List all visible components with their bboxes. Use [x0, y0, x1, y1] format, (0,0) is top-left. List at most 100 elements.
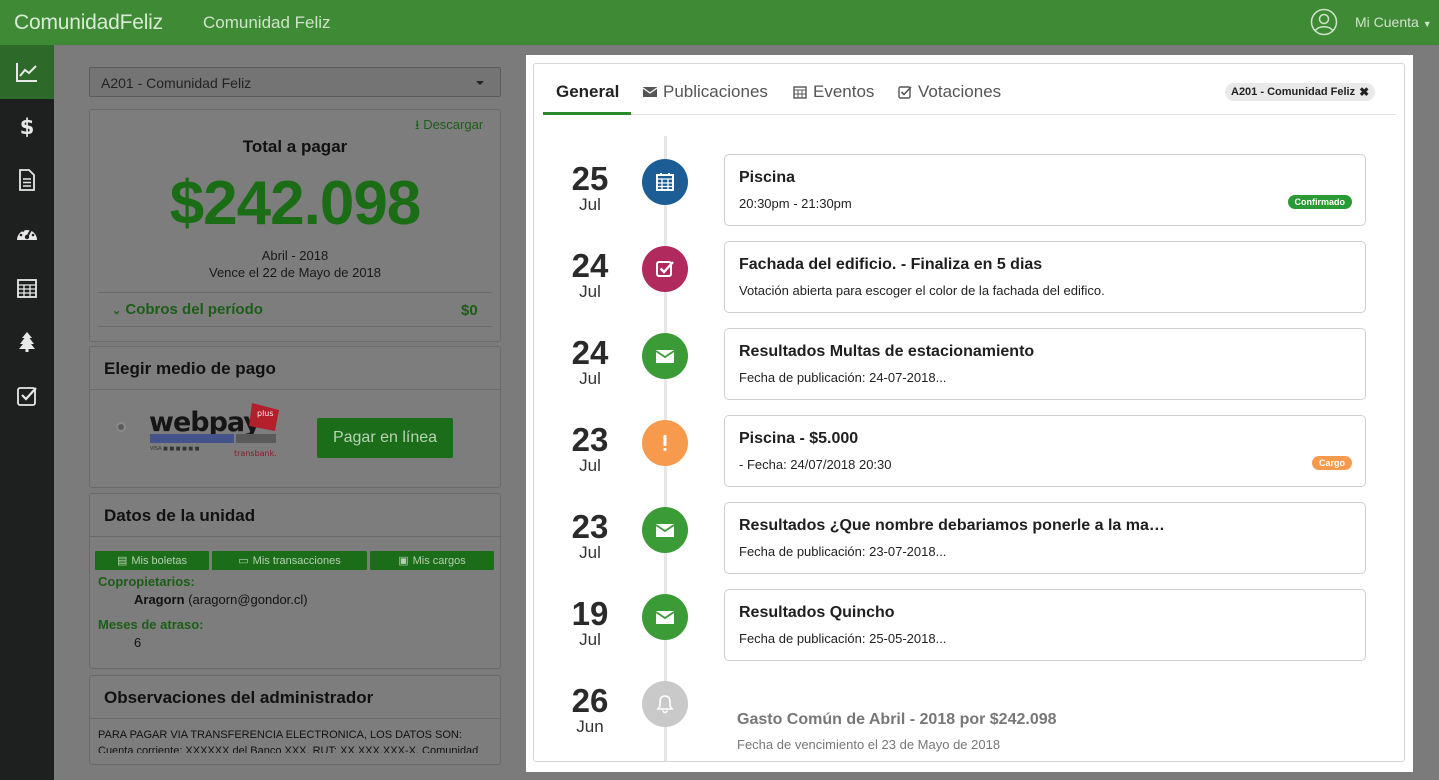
my-transactions-button[interactable]: ▭ Mis transacciones [212, 551, 367, 570]
tab-general[interactable]: General [556, 82, 619, 102]
timeline-card[interactable]: Piscina 20:30pm - 21:30pm Confirmado [724, 154, 1366, 226]
timeline-card[interactable]: Resultados Quincho Fecha de publicación: … [724, 589, 1366, 661]
dashboard-icon [17, 229, 37, 240]
timeline-subtitle: - Fecha: 24/07/2018 20:30 [739, 457, 892, 472]
money-icon: ▣ [398, 555, 409, 567]
sidebar-item-dashboard[interactable] [0, 45, 54, 99]
months-value: 6 [134, 635, 142, 650]
chart-line-icon [16, 63, 37, 82]
pay-online-button[interactable]: Pagar en línea [317, 418, 453, 458]
timeline-day: 23 [571, 421, 609, 458]
tab-eventos[interactable]: Eventos [793, 82, 874, 102]
timeline-title: Piscina [739, 169, 796, 186]
svg-text:transbank.: transbank. [234, 449, 277, 458]
timeline-day: 23 [571, 508, 609, 545]
check-square-icon [898, 86, 912, 99]
timeline-day: 19 [571, 595, 609, 632]
brand-logo[interactable]: ComunidadFeliz [14, 11, 163, 35]
timeline-title[interactable]: Gasto Común de Abril - 2018 por $242.098 [737, 711, 1057, 729]
total-amount: $242.098 [169, 169, 422, 238]
account-menu[interactable]: Mi Cuenta ▼ [1355, 14, 1432, 30]
divider [98, 326, 492, 327]
community-name[interactable]: Comunidad Feliz [203, 13, 331, 33]
timeline-day: 24 [571, 247, 609, 284]
unit-filter-badge[interactable]: A201 - Comunidad Feliz ✖ [1225, 83, 1376, 101]
timeline-card[interactable]: Resultados ¿Que nombre debariamos ponerl… [724, 502, 1366, 574]
timeline-title: Resultados ¿Que nombre debariamos ponerl… [739, 517, 1165, 534]
tabs-border [543, 114, 1396, 115]
timeline-month: Jul [579, 195, 601, 214]
tab-eventos-label: Eventos [813, 82, 875, 101]
sidebar-item-common-areas[interactable] [0, 315, 54, 369]
exclamation-icon [663, 435, 667, 451]
timeline-title: Resultados Quincho [739, 604, 895, 621]
sidebar-item-stats[interactable] [0, 207, 54, 261]
tab-votaciones-label: Votaciones [918, 82, 1002, 101]
timeline-day: 24 [571, 334, 609, 371]
timeline-day: 25 [571, 160, 609, 197]
sidebar-item-documents[interactable] [0, 153, 54, 207]
owner-email: (aragorn@gondor.cl) [188, 592, 308, 607]
timeline-icon-circle [642, 159, 688, 205]
download-link-label: Descargar [423, 117, 484, 132]
unit-select[interactable]: A201 - Comunidad Feliz [89, 67, 501, 97]
status-badge: Confirmado [1287, 195, 1352, 209]
tab-votaciones[interactable]: Votaciones [898, 82, 1001, 102]
credit-card-icon: ▭ [238, 555, 249, 567]
divider [90, 536, 500, 537]
my-charges-button[interactable]: ▣ Mis cargos [370, 551, 494, 570]
tab-publicaciones[interactable]: Publicaciones [643, 82, 768, 102]
timeline-card[interactable]: Piscina - $5.000 - Fecha: 24/07/2018 20:3… [724, 415, 1366, 487]
webpay-radio[interactable] [116, 422, 126, 432]
timeline-month: Jul [579, 543, 601, 562]
timeline-subtitle: 20:30pm - 21:30pm [739, 196, 852, 211]
timeline-month: Jul [579, 282, 601, 301]
timeline-subtitle: Fecha de vencimiento el 23 de Mayo de 20… [737, 737, 1001, 752]
svg-text:plus: plus [257, 409, 274, 418]
timeline-subtitle: Fecha de publicación: 25-05-2018... [739, 631, 947, 646]
file-icon: ▤ [116, 555, 128, 567]
status-badge: Cargo [1311, 456, 1352, 470]
user-avatar-icon[interactable] [1310, 8, 1338, 36]
billing-period: Abril - 2018 [261, 248, 329, 263]
top-navbar: ComunidadFeliz Comunidad Feliz Mi Cuenta… [0, 0, 1439, 45]
unit-data-heading: Datos de la unidad [104, 506, 256, 525]
sidebar-item-votes[interactable] [0, 369, 54, 423]
calendar-icon [656, 173, 674, 191]
my-receipts-button[interactable]: ▤ Mis boletas [95, 551, 209, 570]
calendar-icon [17, 279, 37, 298]
sidebar-item-payments[interactable]: $ [0, 99, 54, 153]
timeline-icon-circle [642, 420, 688, 466]
envelope-icon [655, 611, 675, 624]
account-menu-label: Mi Cuenta [1355, 14, 1419, 30]
admin-notes-heading: Observaciones del administrador [104, 688, 374, 707]
tab-general-label: General [556, 82, 620, 101]
divider [98, 292, 492, 293]
webpay-logo[interactable]: webpay plus VISA ■ ■ ■ ■ ■ ■ transbank. [148, 401, 282, 459]
envelope-icon [655, 524, 675, 537]
timeline-title: Resultados Multas de estacionamiento [739, 343, 1035, 360]
download-link[interactable]: ⭳ Descargar [415, 116, 483, 138]
timeline-month: Jun [576, 717, 604, 736]
sidebar-item-calendar[interactable] [0, 261, 54, 315]
caret-down-icon: ▼ [1422, 19, 1432, 29]
payment-heading: Elegir medio de pago [104, 359, 276, 378]
my-receipts-label: Mis boletas [131, 554, 188, 567]
timeline-card[interactable]: Resultados Multas de estacionamiento Fech… [724, 328, 1366, 400]
timeline-card[interactable]: Fachada del edificio. - Finaliza en 5 di… [724, 241, 1366, 313]
cobros-label: Cobros del período [125, 301, 263, 318]
download-icon: ⭳ [415, 117, 420, 132]
my-transactions-label: Mis transacciones [252, 554, 341, 567]
due-date: Vence el 22 de Mayo de 2018 [208, 265, 382, 280]
svg-text:$: $ [20, 115, 35, 138]
my-charges-label: Mis cargos [412, 554, 466, 567]
tree-icon [19, 332, 35, 352]
close-icon[interactable]: ✖ [1359, 85, 1369, 99]
timeline-day: 26 [571, 682, 609, 719]
timeline-icon-circle [642, 246, 688, 292]
cobros-toggle[interactable]: ⌄ Cobros del período [112, 301, 263, 318]
divider [90, 718, 500, 719]
timeline-subtitle: Votación abierta para escoger el color d… [739, 283, 1105, 298]
left-sidebar: $ [0, 45, 54, 780]
calendar-icon [793, 86, 807, 99]
